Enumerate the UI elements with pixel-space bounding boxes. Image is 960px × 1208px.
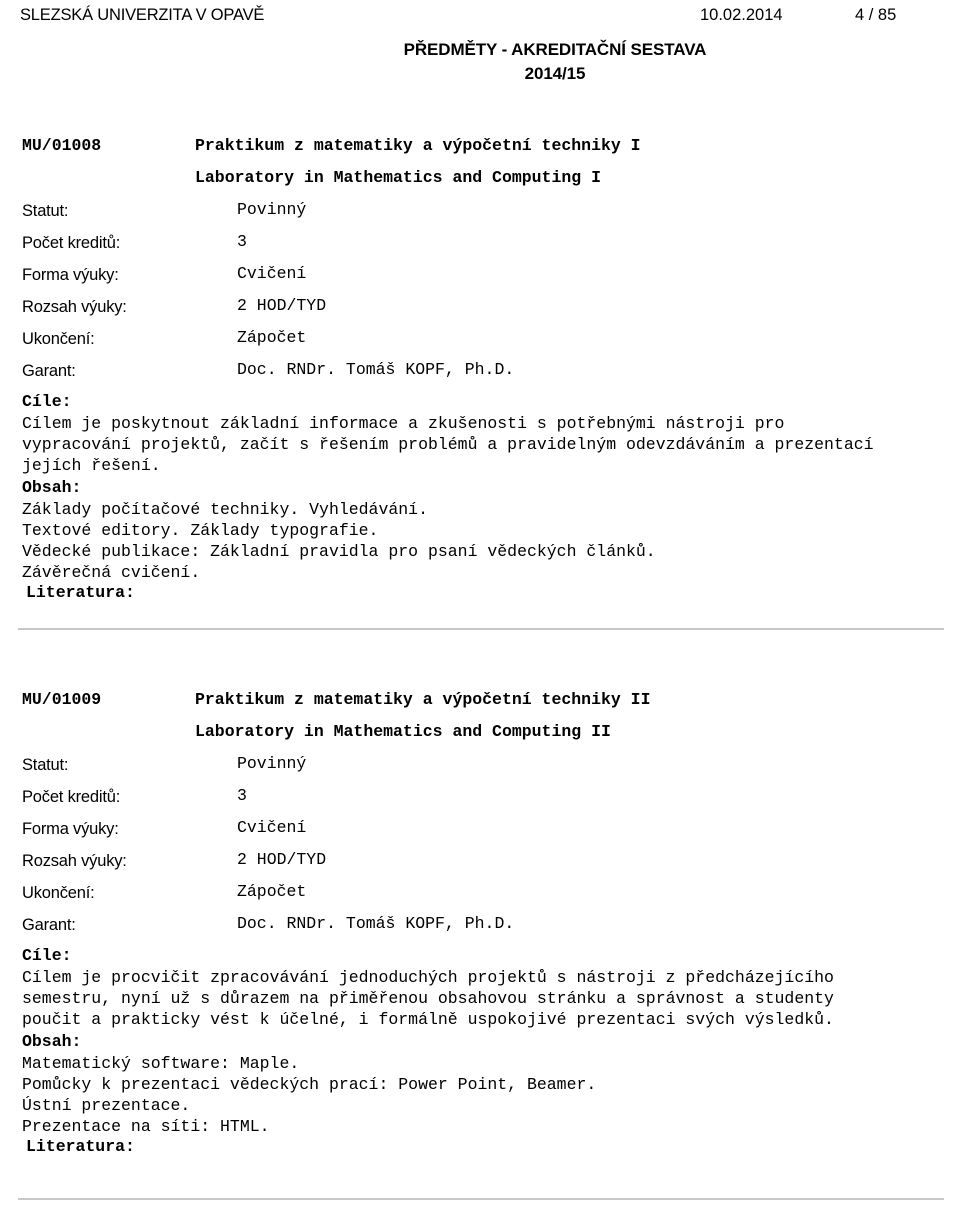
obsah-line: Prezentace na síti: HTML. (22, 1117, 270, 1136)
section-heading-literatura: Literatura: (26, 1137, 135, 1156)
course-name-cz: Praktikum z matematiky a výpočetní techn… (195, 136, 641, 155)
obsah-line: Matematický software: Maple. (22, 1054, 300, 1073)
obsah-line: Závěrečná cvičení. (22, 563, 201, 582)
label-forma: Forma výuky: (22, 820, 119, 838)
value-forma: Cvičení (237, 264, 307, 283)
course-metadata: Statut: Povinný Počet kreditů: 3 Forma v… (0, 200, 960, 392)
value-kredity: 3 (237, 786, 247, 805)
university-name: SLEZSKÁ UNIVERZITA V OPAVĚ (20, 6, 265, 24)
course-header: MU/01009 Praktikum z matematiky a výpoče… (0, 690, 960, 754)
meta-row-kredity: Počet kreditů: 3 (0, 786, 960, 818)
course-name-en: Laboratory in Mathematics and Computing … (195, 168, 601, 187)
value-ukonceni: Zápočet (237, 882, 307, 901)
document-title-main: PŘEDMĚTY - AKREDITAČNÍ SESTAVA (403, 40, 707, 59)
meta-row-forma: Forma výuky: Cvičení (0, 264, 960, 296)
label-kredity: Počet kreditů: (22, 788, 121, 806)
value-statut: Povinný (237, 754, 307, 773)
page-header: SLEZSKÁ UNIVERZITA V OPAVĚ 10.02.2014 4 … (0, 6, 960, 32)
meta-row-garant: Garant: Doc. RNDr. Tomáš KOPF, Ph.D. (0, 914, 960, 946)
course-metadata: Statut: Povinný Počet kreditů: 3 Forma v… (0, 754, 960, 946)
value-rozsah: 2 HOD/TYD (237, 850, 327, 869)
label-kredity: Počet kreditů: (22, 234, 121, 252)
meta-row-statut: Statut: Povinný (0, 754, 960, 786)
document-title: PŘEDMĚTY - AKREDITAČNÍ SESTAVA 2014/15 (0, 38, 960, 86)
document-title-subtitle: 2014/15 (524, 64, 586, 83)
value-garant: Doc. RNDr. Tomáš KOPF, Ph.D. (237, 914, 515, 933)
meta-row-forma: Forma výuky: Cvičení (0, 818, 960, 850)
label-ukonceni: Ukončení: (22, 884, 95, 902)
label-rozsah: Rozsah výuky: (22, 298, 127, 316)
value-forma: Cvičení (237, 818, 307, 837)
obsah-line: Vědecké publikace: Základní pravidla pro… (22, 542, 656, 561)
value-garant: Doc. RNDr. Tomáš KOPF, Ph.D. (237, 360, 515, 379)
value-kredity: 3 (237, 232, 247, 251)
obsah-line: Pomůcky k prezentaci vědeckých prací: Po… (22, 1075, 597, 1094)
label-statut: Statut: (22, 202, 69, 220)
meta-row-ukonceni: Ukončení: Zápočet (0, 328, 960, 360)
obsah-line: Základy počítačové techniky. Vyhledávání… (22, 500, 428, 519)
section-text-cile: Cílem je poskytnout základní informace a… (22, 414, 884, 475)
print-date: 10.02.2014 (700, 6, 783, 24)
course-name-en: Laboratory in Mathematics and Computing … (195, 722, 611, 741)
course-name-cz: Praktikum z matematiky a výpočetní techn… (195, 690, 651, 709)
meta-row-ukonceni: Ukončení: Zápočet (0, 882, 960, 914)
section-heading-obsah: Obsah: (22, 1032, 82, 1051)
obsah-line: Textové editory. Základy typografie. (22, 521, 379, 540)
course-code: MU/01008 (22, 136, 102, 155)
section-text-obsah: Matematický software: Maple. Pomůcky k p… (22, 1053, 960, 1137)
value-statut: Povinný (237, 200, 307, 219)
course-code: MU/01009 (22, 690, 102, 709)
course-entry: MU/01008 Praktikum z matematiky a výpoče… (0, 136, 960, 602)
label-forma: Forma výuky: (22, 266, 119, 284)
section-heading-cile: Cíle: (22, 392, 72, 411)
meta-row-garant: Garant: Doc. RNDr. Tomáš KOPF, Ph.D. (0, 360, 960, 392)
course-entry: MU/01009 Praktikum z matematiky a výpoče… (0, 690, 960, 1156)
value-rozsah: 2 HOD/TYD (237, 296, 327, 315)
course-separator (18, 628, 944, 630)
course-separator (18, 1198, 944, 1200)
label-statut: Statut: (22, 756, 69, 774)
value-ukonceni: Zápočet (237, 328, 307, 347)
meta-row-statut: Statut: Povinný (0, 200, 960, 232)
label-garant: Garant: (22, 362, 76, 380)
label-garant: Garant: (22, 916, 76, 934)
course-header: MU/01008 Praktikum z matematiky a výpoče… (0, 136, 960, 200)
meta-row-rozsah: Rozsah výuky: 2 HOD/TYD (0, 296, 960, 328)
meta-row-kredity: Počet kreditů: 3 (0, 232, 960, 264)
label-ukonceni: Ukončení: (22, 330, 95, 348)
section-heading-cile: Cíle: (22, 946, 72, 965)
obsah-line: Ústní prezentace. (22, 1096, 191, 1115)
section-text-cile: Cílem je procvičit zpracovávání jednoduc… (22, 968, 844, 1029)
page-number: 4 / 85 (855, 6, 897, 24)
label-rozsah: Rozsah výuky: (22, 852, 127, 870)
section-heading-literatura: Literatura: (26, 583, 135, 602)
section-text-obsah: Základy počítačové techniky. Vyhledávání… (22, 499, 960, 583)
meta-row-rozsah: Rozsah výuky: 2 HOD/TYD (0, 850, 960, 882)
section-heading-obsah: Obsah: (22, 478, 82, 497)
